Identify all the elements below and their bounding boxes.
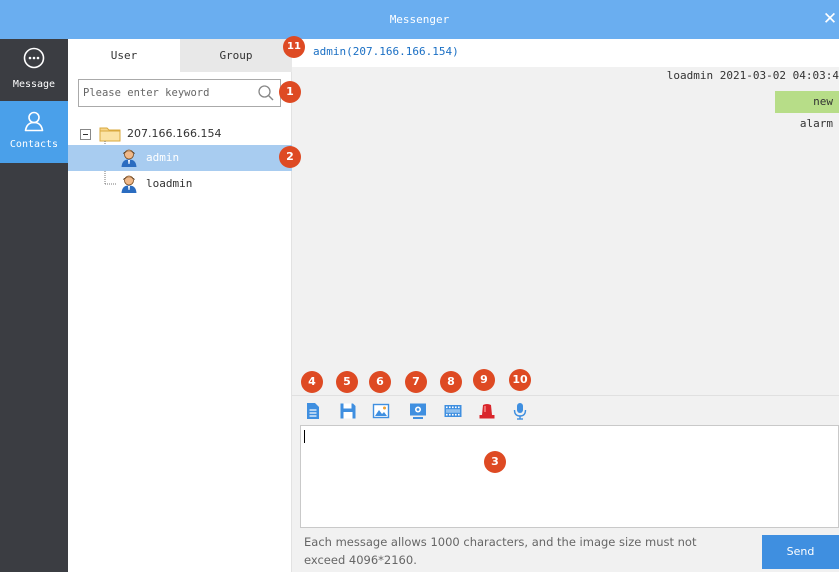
callout-badge-8: 8 <box>440 371 462 393</box>
message-input[interactable] <box>300 425 839 528</box>
file-icon[interactable] <box>304 402 322 420</box>
search-input[interactable] <box>83 84 248 102</box>
video-clip-icon[interactable] <box>444 402 462 420</box>
message-limit-hint: Each message allows 1000 characters, and… <box>304 535 697 567</box>
callout-badge-10: 10 <box>509 369 531 391</box>
user-avatar-icon <box>121 149 137 167</box>
callout-badge-6: 6 <box>369 371 391 393</box>
search-box <box>78 79 281 107</box>
message-timestamp: 2021-03-02 04:03:4 <box>719 69 839 82</box>
nav-item-contacts[interactable]: Contacts <box>0 101 68 163</box>
send-button[interactable]: Send <box>762 535 839 569</box>
tree-label-admin: admin <box>146 151 180 164</box>
chat-contact-name: admin(207.166.166.154) <box>313 45 459 58</box>
save-icon[interactable] <box>339 402 357 420</box>
contacts-panel: User Group 207.166.166.154 <box>68 39 292 572</box>
tab-user[interactable]: User <box>68 39 180 72</box>
title-bar: Messenger ✕ <box>0 0 839 39</box>
search-icon[interactable] <box>257 84 275 102</box>
window-title: Messenger <box>389 13 450 26</box>
close-icon[interactable]: ✕ <box>821 6 839 32</box>
left-nav: Message Contacts <box>0 39 68 572</box>
collapse-icon[interactable] <box>80 129 91 140</box>
image-icon[interactable] <box>372 402 390 420</box>
callout-badge-5: 5 <box>336 371 358 393</box>
callout-badge-4: 4 <box>301 371 323 393</box>
tab-bar: User Group <box>68 39 292 72</box>
screenshot-icon[interactable] <box>409 402 427 420</box>
message-meta: loadmin 2021-03-02 04:03:4 <box>667 69 839 82</box>
nav-item-message[interactable]: Message <box>0 39 68 101</box>
tree-label-server: 207.166.166.154 <box>127 127 222 140</box>
microphone-icon[interactable] <box>511 402 529 420</box>
callout-badge-11: 11 <box>283 36 305 58</box>
nav-label-contacts: Contacts <box>9 139 59 150</box>
chat-pane: admin(207.166.166.154) loadmin 2021-03-0… <box>292 39 839 572</box>
callout-badge-3: 3 <box>484 451 506 473</box>
tab-group[interactable]: Group <box>180 39 292 72</box>
nav-label-message: Message <box>12 79 56 90</box>
callout-badge-2: 2 <box>279 146 301 168</box>
contact-person-icon <box>24 111 44 132</box>
chat-header: admin(207.166.166.154) <box>292 39 839 67</box>
message-sender: loadmin <box>666 69 714 82</box>
callout-badge-1: 1 <box>279 81 301 103</box>
folder-icon <box>99 127 121 142</box>
tree-label-loadmin: loadmin <box>146 177 193 190</box>
tree-user-admin[interactable]: admin <box>68 145 292 171</box>
text-caret <box>304 430 305 443</box>
alarm-light-icon[interactable] <box>478 402 496 420</box>
user-avatar-icon <box>121 175 137 193</box>
callout-badge-7: 7 <box>405 371 427 393</box>
callout-badge-9: 9 <box>473 369 495 391</box>
tree-user-loadmin[interactable]: loadmin <box>68 171 292 197</box>
chat-bubble-icon <box>23 47 45 69</box>
compose-toolbar <box>292 395 839 425</box>
message-bubble: new alarm <box>775 91 839 130</box>
